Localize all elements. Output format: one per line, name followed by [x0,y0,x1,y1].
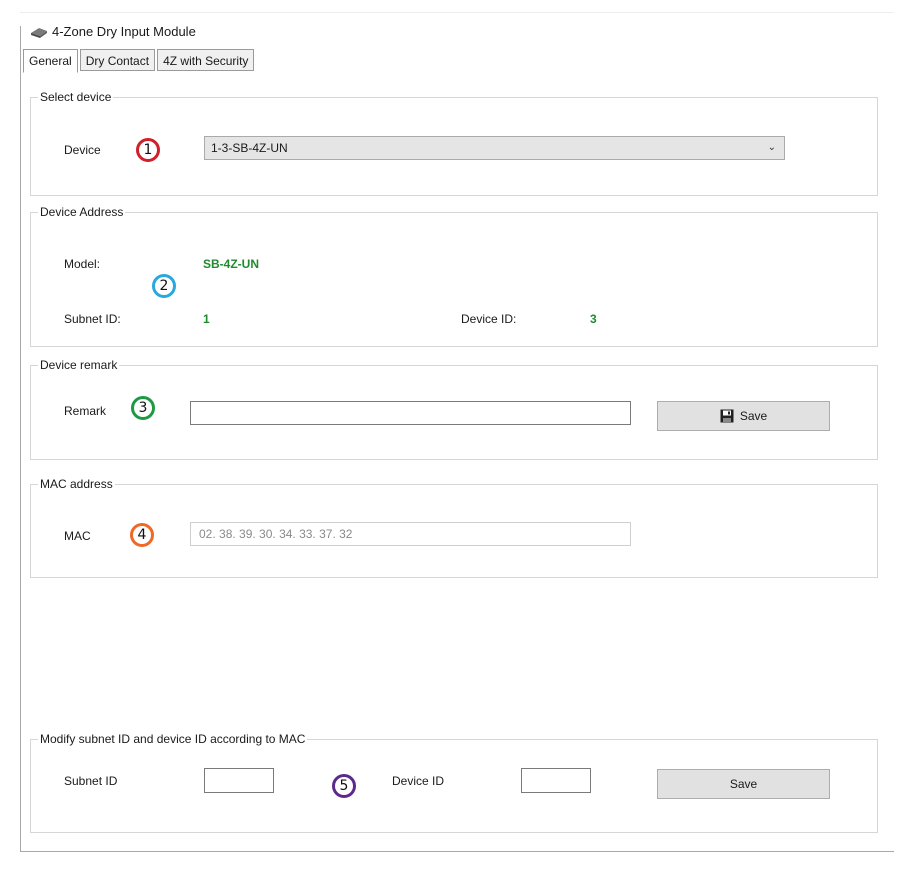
mac-label: MAC [64,529,91,543]
device-id-label: Device ID: [461,312,517,326]
mac-field: 02. 38. 39. 30. 34. 33. 37. 32 [190,522,631,546]
device-select-value: 1-3-SB-4Z-UN [211,141,288,155]
modify-save-button[interactable]: Save [657,769,830,799]
device-id-value: 3 [590,312,597,326]
chevron-down-icon: ⌄ [767,142,776,153]
window-bottom-border [20,851,894,852]
remark-input[interactable] [190,401,631,425]
badge-3: 3 [131,396,155,420]
badge-1: 1 [136,138,160,162]
device-label: Device [64,143,101,157]
modify-subnet-id-input[interactable] [204,768,274,793]
remark-save-label: Save [739,409,768,423]
remark-save-button[interactable]: Save [657,401,830,431]
remark-label: Remark [64,404,107,418]
modify-device-id-label: Device ID [392,774,445,788]
modify-ids-legend: Modify subnet ID and device ID according… [38,732,308,746]
tab-general[interactable]: General [23,49,78,73]
modify-save-label: Save [729,777,758,791]
modify-device-id-input[interactable] [521,768,591,793]
window-left-border [20,26,21,852]
window-top-border [20,12,894,13]
window-title: 4-Zone Dry Input Module [30,24,196,39]
badge-2: 2 [152,274,176,298]
model-value: SB-4Z-UN [203,257,259,271]
badge-4: 4 [130,523,154,547]
device-remark-legend: Device remark [38,358,120,372]
device-address-legend: Device Address [38,205,126,219]
mac-address-legend: MAC address [38,477,115,491]
module-icon [31,27,47,38]
device-select[interactable]: 1-3-SB-4Z-UN ⌄ [204,136,785,160]
window-title-text: 4-Zone Dry Input Module [52,24,196,39]
badge-5: 5 [332,774,356,798]
tab-strip: General Dry Contact 4Z with Security [23,49,256,73]
tab-dry-contact[interactable]: Dry Contact [79,49,156,71]
subnet-id-label: Subnet ID: [64,312,121,326]
modify-subnet-id-label: Subnet ID [64,774,118,788]
floppy-disk-icon [720,409,734,423]
subnet-id-value: 1 [203,312,210,326]
model-label: Model: [64,257,101,271]
tab-4z-with-security[interactable]: 4Z with Security [157,49,255,71]
select-device-legend: Select device [38,90,114,104]
